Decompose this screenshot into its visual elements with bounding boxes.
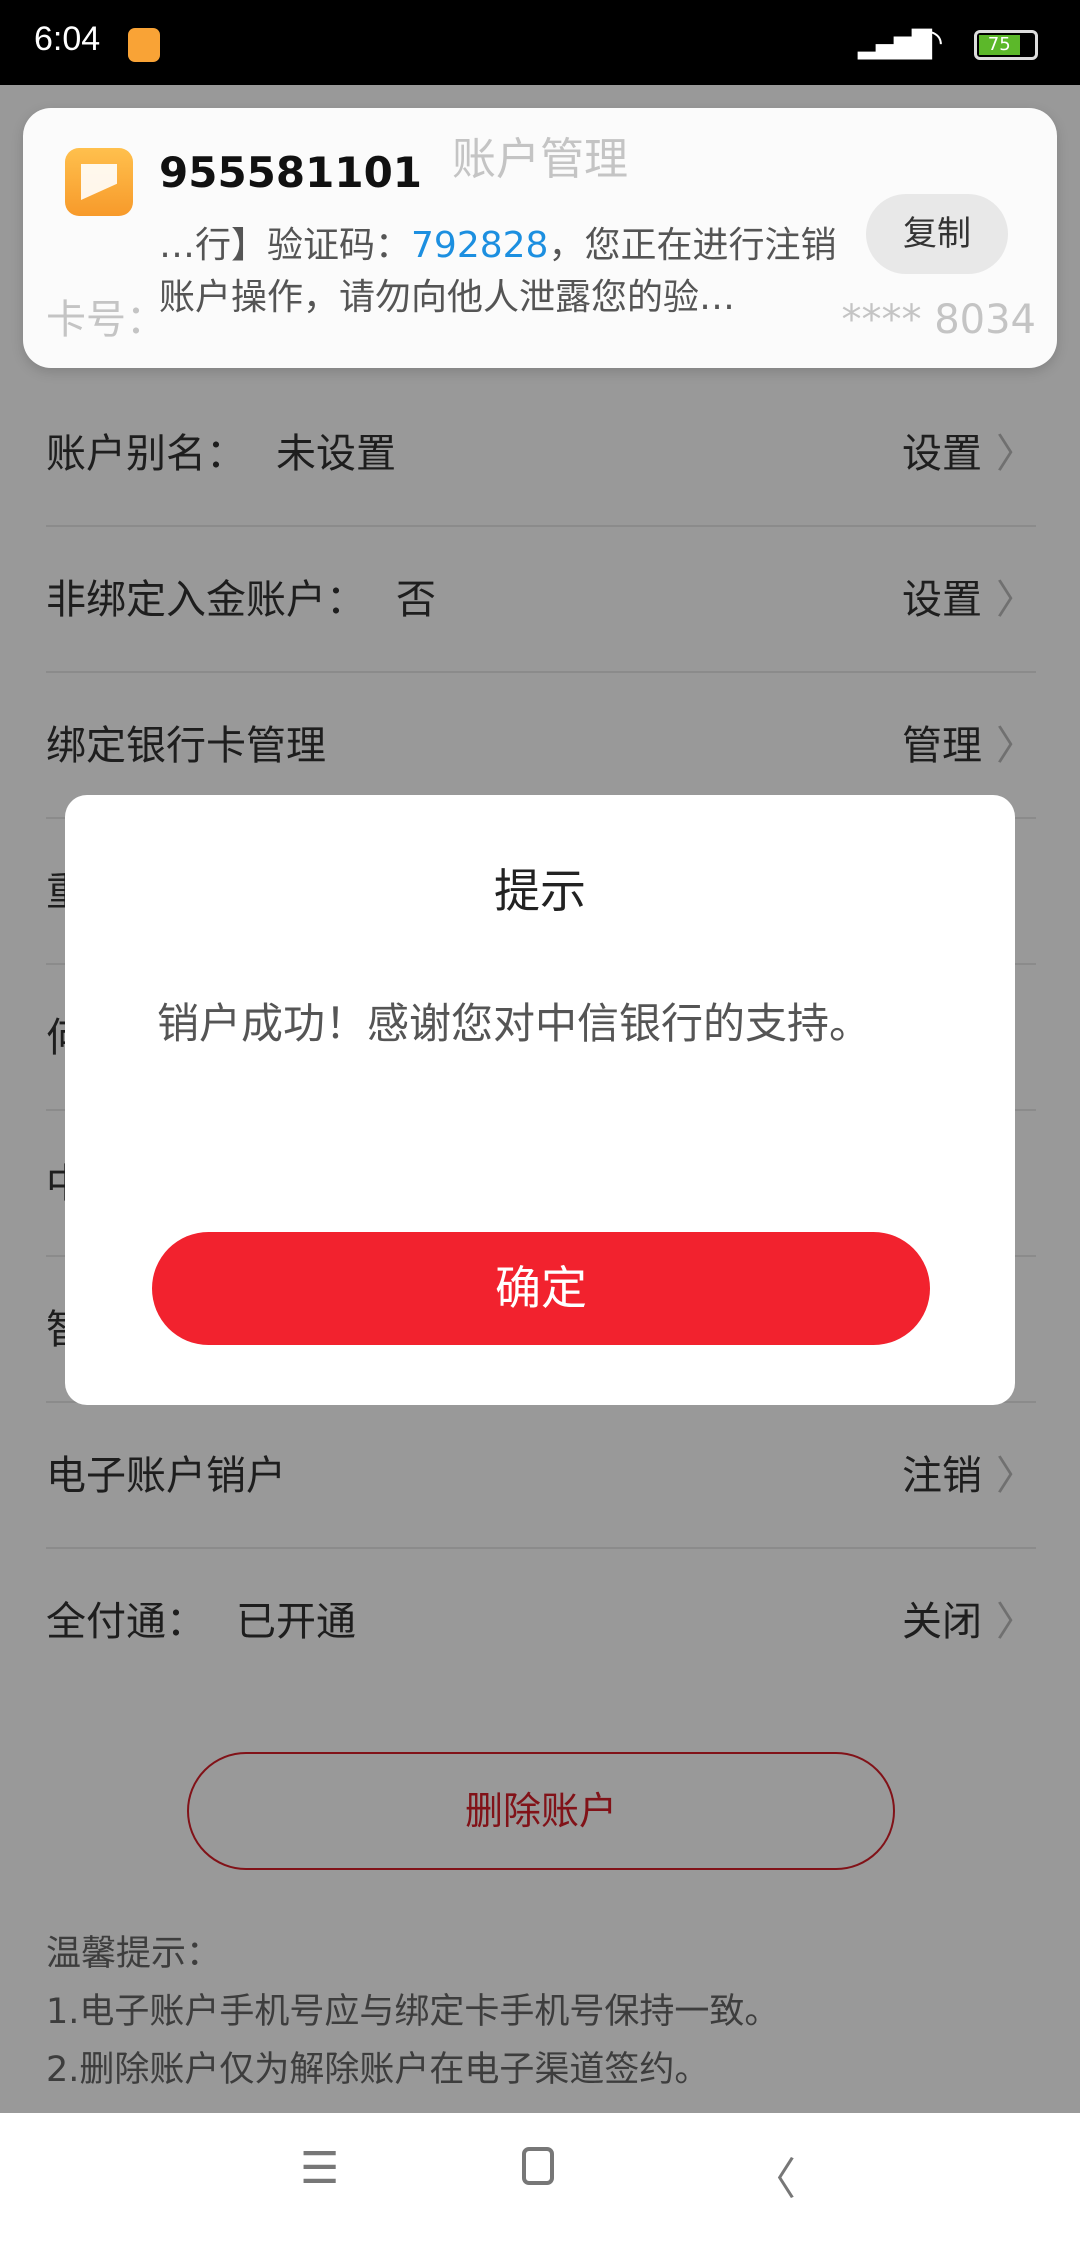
home-icon[interactable] [522, 2147, 554, 2185]
battery-icon: 75 [974, 30, 1038, 60]
messages-app-icon [65, 148, 133, 216]
battery-level: 75 [979, 35, 1020, 55]
back-icon[interactable]: 〈 [752, 2143, 796, 2207]
clock: 6:04 [34, 20, 101, 58]
messages-app-icon [128, 28, 160, 62]
navigation-bar: ☰ 〈 [0, 2113, 1080, 2244]
confirm-button[interactable]: 确定 [152, 1232, 930, 1345]
wifi-icon: ◠ [914, 22, 944, 62]
alert-dialog: 提示 销户成功！感谢您对中信银行的支持。 确定 [65, 795, 1015, 1405]
card-number: **** 8034 [841, 297, 1036, 343]
card-number-row: 卡号： **** 8034 [46, 270, 1036, 370]
card-label: 卡号： [46, 297, 166, 343]
page-title: 账户管理 [452, 134, 628, 185]
menu-icon[interactable]: ☰ [300, 2143, 339, 2194]
status-bar: 6:04 ▂▄▆█ ◠ 75 [0, 0, 1080, 85]
dialog-title: 提示 [494, 864, 586, 918]
copy-button[interactable]: 复制 [866, 194, 1008, 274]
dialog-message: 销户成功！感谢您对中信银行的支持。 [157, 999, 872, 1048]
